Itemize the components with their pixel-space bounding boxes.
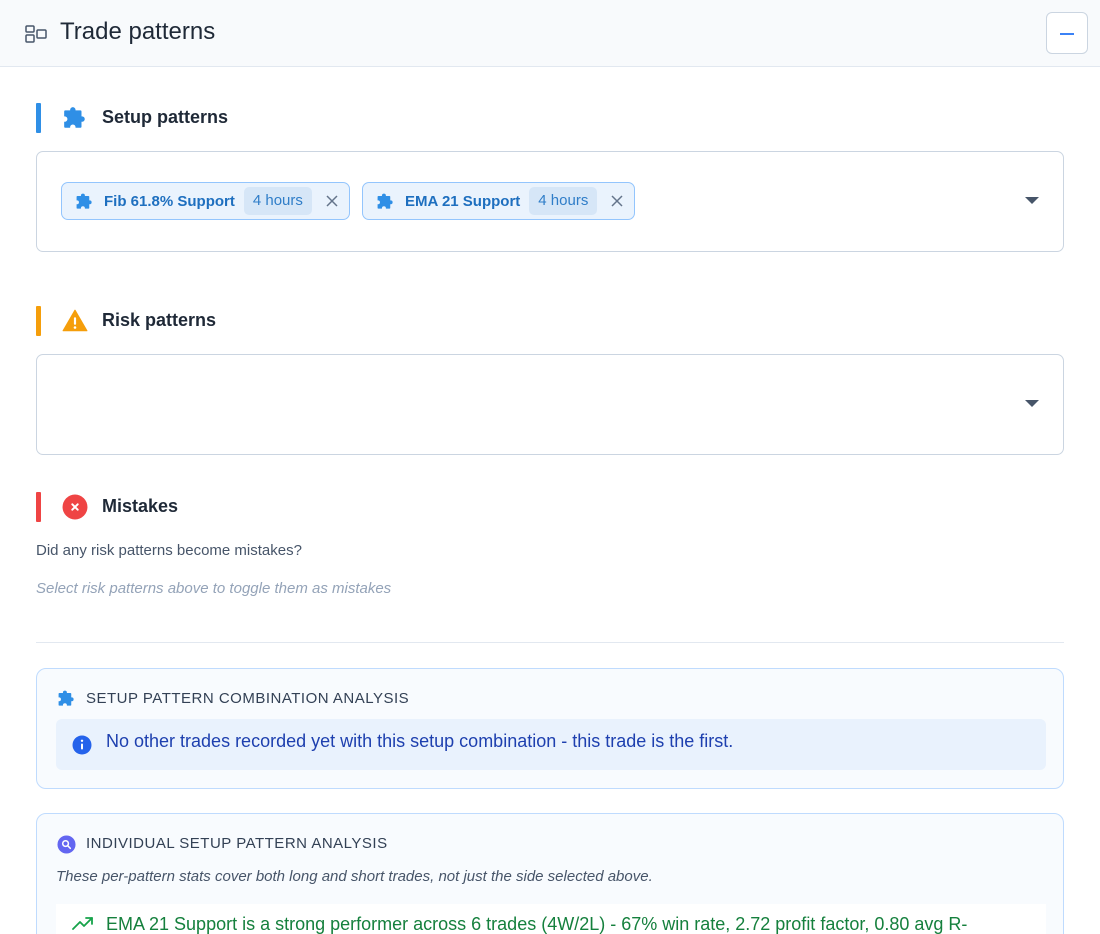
puzzle-icon: [64, 107, 85, 128]
mistakes-accent-bar: [36, 492, 41, 522]
magnifier-icon: [57, 835, 76, 854]
setup-patterns-title: Setup patterns: [102, 107, 229, 127]
trending-up-icon: [72, 917, 93, 930]
puzzle-icon: [76, 193, 92, 209]
chevron-down-icon[interactable]: [1025, 400, 1039, 407]
warning-icon: [62, 309, 88, 332]
risk-patterns-title: Risk patterns: [102, 310, 217, 330]
chip-label: EMA 21 Support: [405, 192, 521, 210]
risk-accent-bar: [36, 306, 41, 336]
mistakes-question: Did any risk patterns become mistakes?: [36, 542, 302, 559]
pattern-chip[interactable]: EMA 21 Support 4 hours: [362, 182, 636, 220]
card-note: These per-pattern stats cover both long …: [56, 868, 653, 885]
card-title: INDIVIDUAL SETUP PATTERN ANALYSIS: [86, 835, 388, 852]
timeframe-badge: 4 hours: [243, 187, 312, 215]
risk-patterns-select[interactable]: [36, 354, 1064, 455]
info-message: No other trades recorded yet with this s…: [56, 719, 1046, 770]
insight-text: EMA 21 Support is a strong performer acr…: [106, 914, 968, 934]
insight-row: EMA 21 Support is a strong performer acr…: [56, 904, 1046, 934]
setup-accent-bar: [36, 103, 41, 133]
panel-header: Trade patterns: [0, 0, 1100, 67]
x-circle-icon: [62, 494, 88, 520]
close-icon[interactable]: [610, 194, 624, 208]
chevron-down-icon[interactable]: [1025, 197, 1039, 204]
combination-analysis-card: SETUP PATTERN COMBINATION ANALYSIS No ot…: [36, 668, 1064, 789]
collapse-button[interactable]: [1046, 12, 1088, 54]
timeframe-badge: 4 hours: [529, 187, 598, 215]
individual-analysis-card: INDIVIDUAL SETUP PATTERN ANALYSIS These …: [36, 813, 1064, 934]
pattern-chip[interactable]: Fib 61.8% Support 4 hours: [61, 182, 350, 220]
setup-patterns-select[interactable]: Fib 61.8% Support 4 hours EMA 21 Support…: [36, 151, 1064, 252]
section-divider: [36, 642, 1064, 643]
layout-icon: [25, 25, 47, 43]
close-icon[interactable]: [325, 194, 339, 208]
chip-label: Fib 61.8% Support: [104, 192, 235, 210]
mistakes-hint: Select risk patterns above to toggle the…: [36, 580, 392, 597]
puzzle-icon: [377, 193, 393, 209]
mistakes-title: Mistakes: [102, 496, 179, 516]
panel-title: Trade patterns: [60, 18, 216, 45]
card-title: SETUP PATTERN COMBINATION ANALYSIS: [86, 690, 410, 707]
info-icon: [72, 735, 92, 755]
puzzle-icon: [58, 690, 74, 706]
info-text: No other trades recorded yet with this s…: [106, 731, 734, 751]
